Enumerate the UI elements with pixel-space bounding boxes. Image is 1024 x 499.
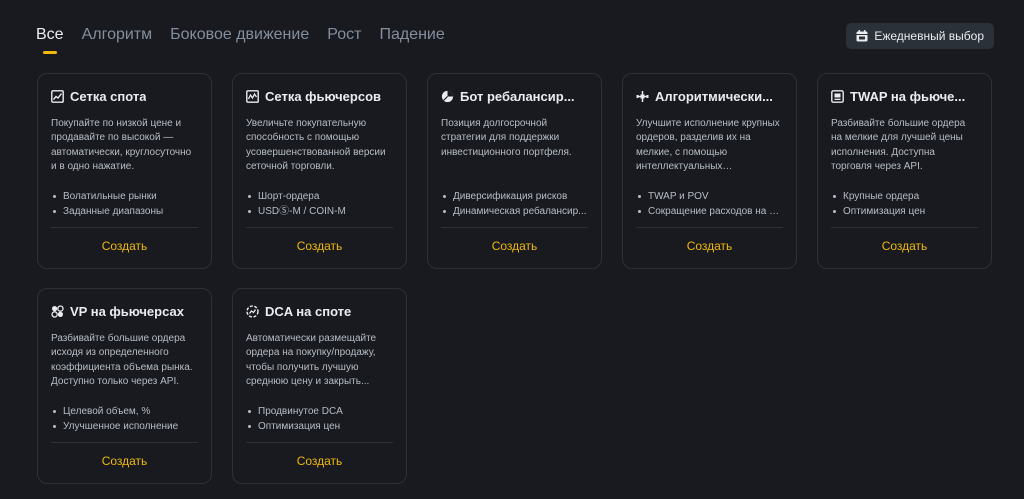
card-description: Увеличьте покупательную способность с по… xyxy=(246,118,386,173)
create-button[interactable]: Создать xyxy=(623,239,796,253)
daily-pick-label: Ежедневный выбор xyxy=(874,29,984,43)
card-features: TWAP и POV Сокращение расходов на и... xyxy=(636,189,783,219)
calendar-icon xyxy=(856,30,868,42)
card-description: Улучшите исполнение крупных ордеров, раз… xyxy=(636,118,780,173)
spot-grid-icon xyxy=(51,89,64,103)
card-features: Шорт-ордера USDⓈ-M / COIN-M xyxy=(246,189,393,219)
card-title: Сетка фьючерсов xyxy=(265,88,382,104)
card-divider xyxy=(831,227,978,228)
card-description: Автоматически размещайте ордера на покуп… xyxy=(246,333,377,388)
daily-pick-button[interactable]: Ежедневный выбор xyxy=(846,23,994,49)
feature-item: Улучшенное исполнение xyxy=(51,419,198,434)
pie-chart-icon xyxy=(441,90,454,102)
strategy-card-dca-spot[interactable]: DCA на споте Автоматически размещайте ор… xyxy=(232,288,407,484)
card-description: Разбивайте большие ордера исходя из опре… xyxy=(51,333,193,388)
card-title: DCA на споте xyxy=(265,303,352,319)
feature-item: TWAP и POV xyxy=(636,189,783,204)
feature-item: Целевой объем, % xyxy=(51,404,198,419)
tab-all[interactable]: Все xyxy=(36,24,64,54)
card-features: Целевой объем, % Улучшенное исполнение xyxy=(51,404,198,434)
create-button[interactable]: Создать xyxy=(818,239,991,253)
card-header: Алгоритмически... xyxy=(636,87,783,105)
feature-item: Шорт-ордера xyxy=(246,189,393,204)
card-header: VP на фьючерсах xyxy=(51,302,198,320)
card-features: Крупные ордера Оптимизация цен xyxy=(831,189,978,219)
strategy-grid: Сетка спота Покупайте по низкой цене и п… xyxy=(37,73,992,484)
card-divider xyxy=(246,442,393,443)
card-header: Сетка спота xyxy=(51,87,198,105)
tab-decline[interactable]: Падение xyxy=(379,24,444,54)
card-divider xyxy=(51,442,198,443)
strategy-card-futures-grid[interactable]: Сетка фьючерсов Увеличьте покупательную … xyxy=(232,73,407,269)
feature-item: USDⓈ-M / COIN-M xyxy=(246,204,393,219)
dca-icon xyxy=(246,304,259,318)
card-features: Диверсификация рисков Динамическая ребал… xyxy=(441,189,588,219)
card-title: VP на фьючерсах xyxy=(70,303,184,319)
futures-grid-icon xyxy=(246,89,259,103)
create-button[interactable]: Создать xyxy=(233,454,406,468)
feature-item: Крупные ордера xyxy=(831,189,978,204)
card-features: Волатильные рынки Заданные диапазоны xyxy=(51,189,198,219)
card-header: Сетка фьючерсов xyxy=(246,87,393,105)
card-title: Бот ребалансир... xyxy=(460,88,575,104)
feature-item: Заданные диапазоны xyxy=(51,204,198,219)
card-header: DCA на споте xyxy=(246,302,393,320)
card-description: Разбивайте большие ордера на мелкие для … xyxy=(831,118,966,173)
create-button[interactable]: Создать xyxy=(38,454,211,468)
feature-item: Сокращение расходов на и... xyxy=(636,204,783,219)
algorithm-icon xyxy=(636,90,649,102)
tab-sideways[interactable]: Боковое движение xyxy=(170,24,309,54)
strategy-card-twap-futures[interactable]: TWAP на фьюче... Разбивайте большие орде… xyxy=(817,73,992,269)
create-button[interactable]: Создать xyxy=(38,239,211,253)
strategy-card-vp-futures[interactable]: VP на фьючерсах Разбивайте большие ордер… xyxy=(37,288,212,484)
create-button[interactable]: Создать xyxy=(428,239,601,253)
card-title: Сетка спота xyxy=(70,88,147,104)
card-header: TWAP на фьюче... xyxy=(831,87,978,105)
card-divider xyxy=(51,227,198,228)
vp-icon xyxy=(51,304,64,318)
card-description: Покупайте по низкой цене и продавайте по… xyxy=(51,118,192,173)
card-divider xyxy=(636,227,783,228)
feature-item: Диверсификация рисков xyxy=(441,189,588,204)
card-title: Алгоритмически... xyxy=(655,88,773,104)
card-divider xyxy=(441,227,588,228)
create-button[interactable]: Создать xyxy=(233,239,406,253)
card-title: TWAP на фьюче... xyxy=(850,88,966,104)
strategy-card-rebalancing-bot[interactable]: Бот ребалансир... Позиция долгосрочной с… xyxy=(427,73,602,269)
strategy-tabs: Все Алгоритм Боковое движение Рост Паден… xyxy=(36,24,445,54)
feature-item: Продвинутое DCA xyxy=(246,404,393,419)
twap-icon xyxy=(831,89,844,103)
card-features: Продвинутое DCA Оптимизация цен xyxy=(246,404,393,434)
strategy-card-spot-grid[interactable]: Сетка спота Покупайте по низкой цене и п… xyxy=(37,73,212,269)
feature-item: Оптимизация цен xyxy=(246,419,393,434)
card-divider xyxy=(246,227,393,228)
strategy-card-algorithmic[interactable]: Алгоритмически... Улучшите исполнение кр… xyxy=(622,73,797,269)
tab-algorithm[interactable]: Алгоритм xyxy=(82,24,153,54)
feature-item: Динамическая ребалансир... xyxy=(441,204,588,219)
feature-item: Волатильные рынки xyxy=(51,189,198,204)
card-header: Бот ребалансир... xyxy=(441,87,588,105)
tab-growth[interactable]: Рост xyxy=(327,24,361,54)
card-description: Позиция долгосрочной стратегии для подде… xyxy=(441,118,572,158)
feature-item: Оптимизация цен xyxy=(831,204,978,219)
